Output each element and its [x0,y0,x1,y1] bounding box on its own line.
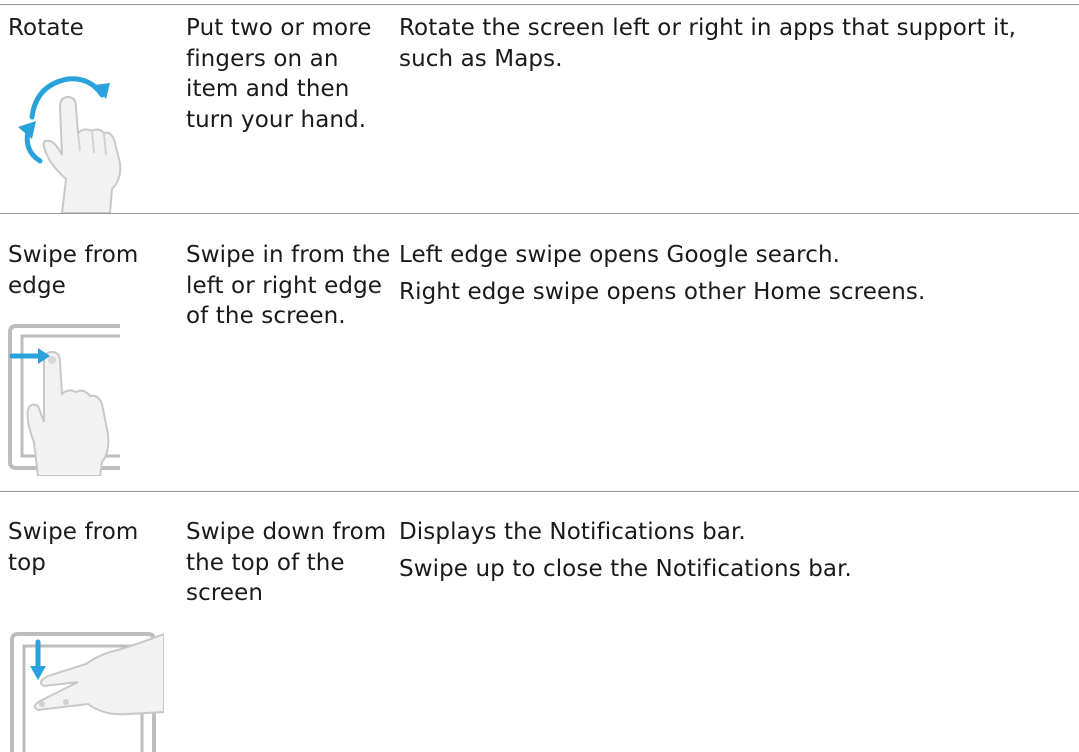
gesture-result: Displays the Notifications bar. Swipe up… [399,517,1075,590]
gesture-result-line: Left edge swipe opens Google search. [399,242,841,268]
table-row-rotate: Rotate Put two or more fingers on an ite… [0,5,1079,213]
gesture-how: Put two or more fingers on an item and t… [186,15,372,133]
gesture-name: Rotate [8,15,84,41]
swipe-from-edge-gesture-icon [8,322,128,476]
gesture-result-line: Displays the Notifications bar. [399,519,746,545]
swipe-from-top-gesture-icon [8,624,164,752]
gesture-how: Swipe down from the top of the screen [186,519,387,606]
gesture-name: Swipe from top [8,519,139,576]
gesture-result-line: Swipe up to close the Notifications bar. [399,555,852,582]
gesture-how: Swipe in from the left or right edge of … [186,242,391,329]
table-row-swipe-from-top: Swipe from top Swipe down from the top o… [0,492,1079,752]
gesture-result-line: Right edge swipe opens other Home screen… [399,278,926,305]
gesture-result: Rotate the screen left or right in apps … [399,13,1075,80]
rotate-gesture-icon [14,67,134,213]
gesture-result-line: Rotate the screen left or right in apps … [399,15,1017,72]
gesture-name: Swipe from edge [8,242,139,299]
table-row-swipe-from-edge: Swipe from edge Swipe in from the left o… [0,214,1079,491]
gesture-result: Left edge swipe opens Google search. Rig… [399,240,1075,313]
